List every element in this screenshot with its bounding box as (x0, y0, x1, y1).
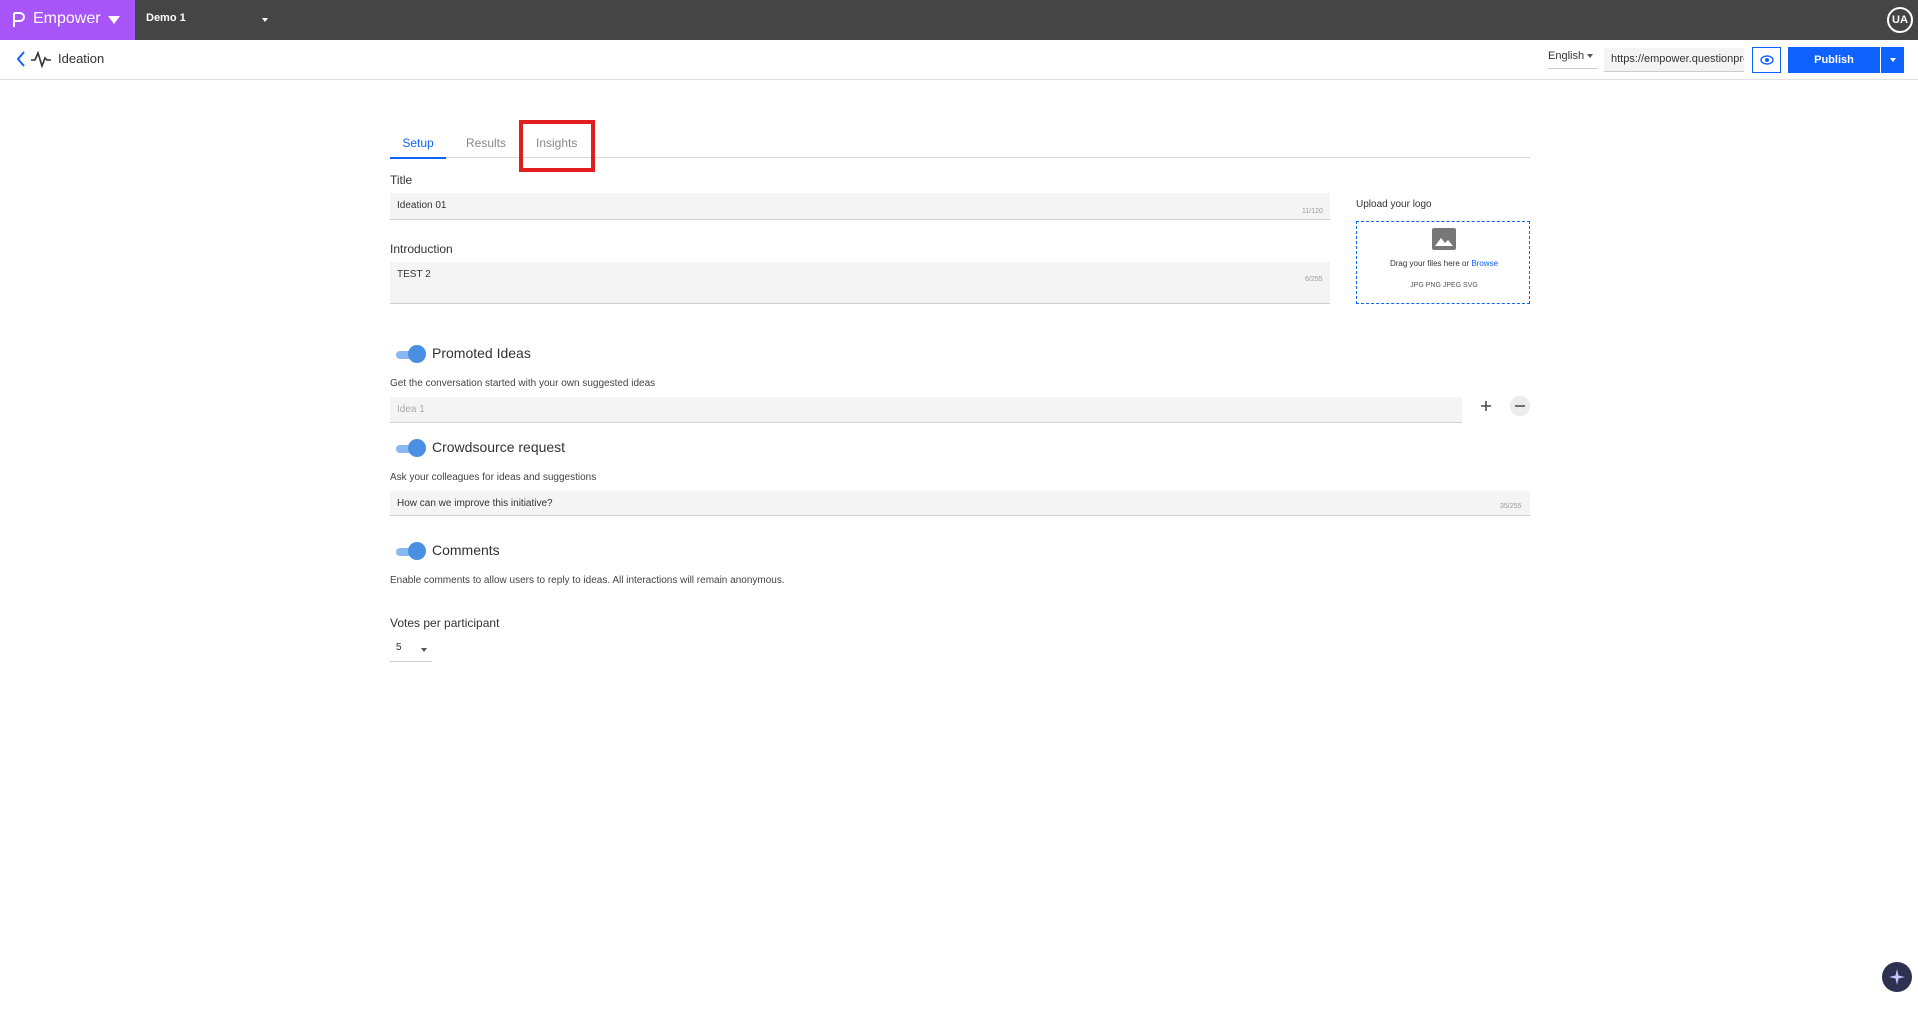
comments-toggle[interactable] (394, 541, 426, 561)
assistant-button[interactable] (1882, 962, 1912, 992)
insights-tab-highlight (519, 120, 595, 172)
top-bar: Empower Demo 1 UA (0, 0, 1918, 40)
app-name: Empower (33, 10, 101, 27)
preview-button[interactable] (1752, 47, 1781, 73)
plus-icon (1481, 401, 1491, 411)
drag-instruction: Drag your files here or (1389, 259, 1470, 268)
remove-idea-button[interactable] (1510, 396, 1530, 416)
chevron-left-icon[interactable] (14, 49, 28, 69)
votes-label: Votes per participant (390, 616, 500, 630)
crowdsource-toggle[interactable] (394, 438, 426, 458)
app-switcher[interactable]: Empower (0, 0, 135, 40)
minus-icon (1515, 405, 1525, 407)
language-value: English (1548, 50, 1585, 62)
logo-dropzone[interactable]: Drag your files here or Browse JPG PNG J… (1356, 221, 1530, 304)
title-label: Title (390, 173, 413, 187)
promoted-ideas-toggle[interactable] (394, 344, 426, 364)
title-counter: 11/120 (1302, 208, 1323, 215)
crowdsource-title: Crowdsource request (432, 439, 566, 455)
comments-help: Enable comments to allow users to reply … (390, 575, 785, 586)
workspace-chevron-down-icon[interactable] (262, 18, 268, 22)
avatar[interactable]: UA (1887, 7, 1913, 33)
upload-logo-label: Upload your logo (1356, 199, 1432, 210)
drag-text: Drag your files here or Browse (1357, 259, 1531, 268)
introduction-label: Introduction (390, 242, 453, 256)
accepted-file-types: JPG PNG JPEG SVG (1410, 282, 1478, 289)
publish-options-button[interactable] (1880, 47, 1904, 73)
promoted-ideas-title: Promoted Ideas (432, 345, 531, 361)
language-selector[interactable]: English (1548, 50, 1598, 69)
idea-input[interactable]: Idea 1 (390, 397, 1462, 423)
crowdsource-counter: 35/255 (1500, 503, 1522, 510)
sparkle-icon (1889, 969, 1905, 985)
tab-results[interactable]: Results (466, 136, 506, 157)
workspace-selector[interactable]: Demo 1 (146, 12, 186, 24)
add-idea-button[interactable] (1476, 396, 1496, 416)
votes-select[interactable]: 5 (390, 638, 432, 662)
caret-down-icon (1889, 58, 1896, 62)
image-icon (1432, 228, 1456, 250)
survey-url-field[interactable]: https://empower.questionpro.com (1604, 48, 1744, 72)
votes-value: 5 (396, 642, 402, 653)
pulse-icon (31, 50, 51, 69)
caret-down-icon (421, 648, 427, 652)
title-input[interactable]: Ideation 01 (390, 193, 1330, 220)
introduction-input[interactable]: TEST 2 (390, 262, 1330, 304)
tab-setup[interactable]: Setup (390, 136, 446, 159)
publish-button[interactable]: Publish (1788, 47, 1880, 73)
caret-down-icon (1587, 54, 1594, 59)
introduction-counter: 6/255 (1305, 276, 1323, 283)
promoted-ideas-help: Get the conversation started with your o… (390, 378, 656, 389)
page-title: Ideation (58, 51, 105, 66)
browse-link[interactable]: Browse (1471, 259, 1498, 268)
empower-logo-icon (13, 12, 25, 27)
crowdsource-input[interactable]: How can we improve this initiative? (390, 491, 1530, 516)
crowdsource-help: Ask your colleagues for ideas and sugges… (390, 472, 597, 483)
header-bar: Ideation English https://empower.questio… (0, 40, 1918, 80)
eye-icon (1759, 55, 1774, 65)
chevron-down-icon[interactable] (108, 16, 120, 24)
comments-title: Comments (432, 542, 500, 558)
